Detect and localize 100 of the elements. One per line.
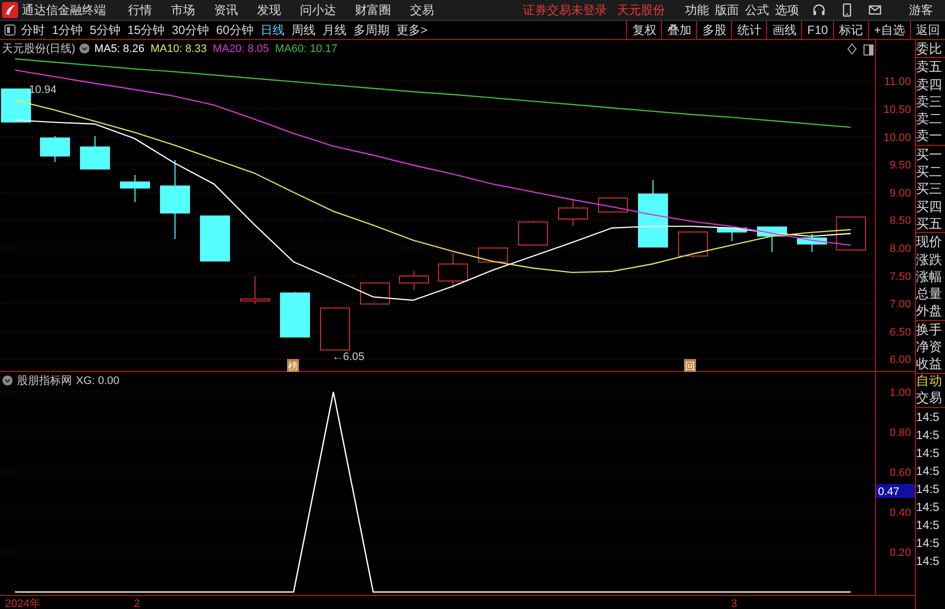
menu-item[interactable]: 版面 [715,2,739,18]
trade-time: 14:5 [916,534,940,552]
quote-field-label: 卖四 [916,76,943,93]
quote-field-label: 买二 [916,163,943,180]
quote-field-label: 买四 [916,198,943,215]
stock-name: 天元股份 [617,2,665,18]
candlestick [598,198,628,212]
period-tab[interactable]: 更多> [396,22,428,38]
indicator-axis-label: 0.20 [890,547,911,559]
candlestick [80,136,110,170]
candlestick [638,180,668,248]
candlestick [280,292,310,338]
candlestick [678,232,708,258]
mail-icon[interactable] [868,3,882,17]
menu-item[interactable]: 发现 [257,2,281,18]
date-axis-label: 2024年 [5,598,40,609]
moving-average-value: MA60: 10.17 [275,42,338,54]
candlestick [717,228,747,242]
quote-field-label: 买三 [916,180,943,198]
candlestick [438,252,468,288]
period-tab[interactable]: 15分钟 [127,22,165,38]
period-tab[interactable]: 60分钟 [216,22,254,38]
low-price-label: ←6.05 [332,351,364,363]
trade-mode-label[interactable]: 交易 [916,389,945,407]
phone-icon[interactable] [840,3,854,17]
candlestick [320,308,350,350]
quote-field-label: 总量 [916,285,943,302]
quote-field-label: 涨幅 [916,268,943,286]
menu-item[interactable]: 交易 [410,2,434,18]
settings-icon[interactable] [79,43,90,54]
candlestick [200,216,230,262]
candlestick [40,136,70,162]
headset-icon[interactable] [812,3,826,17]
candlestick [757,226,787,252]
price-axis-label: 7.00 [890,298,911,311]
trade-time: 14:5 [916,552,940,570]
candlestick [797,234,827,252]
logo-icon [2,2,18,18]
trade-mode-label[interactable]: 自动 [916,372,945,390]
chart-title: 天元股份(日线) [2,42,76,56]
price-axis-label: 6.00 [890,354,911,366]
indicator-axis-label: 0.80 [890,427,911,439]
quote-field-label: 买五 [916,214,943,232]
settings-icon[interactable] [2,375,13,386]
period-tab[interactable]: 月线 [322,22,346,38]
panel-icon[interactable] [864,44,874,56]
quote-field-label: 换手 [916,320,943,338]
moving-average-value: MA10: 8.33 [150,42,207,54]
candlestick [558,198,588,226]
quote-field-label: 收益 [916,355,943,373]
candlestick [478,248,508,262]
quote-field-label: 买一 [916,146,943,164]
price-axis-label: 6.50 [890,326,911,338]
price-axis-label: 8.50 [890,215,911,228]
menu-item[interactable]: 功能 [685,2,709,18]
trade-time: 14:5 [916,426,940,444]
date-axis-label: 3 [731,598,738,609]
candlestick [120,174,150,202]
trade-time: 14:5 [916,498,940,516]
price-axis-label: 7.50 [890,270,911,283]
menu-item[interactable]: 资讯 [214,2,238,18]
menu-item[interactable]: 问小达 [300,2,336,18]
period-tab[interactable]: 分时 [21,22,45,38]
moving-average-value: MA5: 8.26 [94,42,144,54]
menu-item[interactable]: 选项 [775,2,799,18]
cursor-value-label: 0.47 [876,484,915,498]
quote-field-label: 卖一 [916,127,943,145]
quote-field-label: 现价 [916,233,943,251]
period-tab[interactable]: 多周期 [353,22,390,38]
candlestick [360,282,390,304]
quote-field-label: 委比 [916,40,943,58]
price-axis-label: 9.50 [890,160,911,172]
candlestick [836,216,866,250]
menu-item[interactable]: 财富圈 [355,2,391,18]
price-axis-label: 9.00 [890,187,911,200]
menu-item[interactable]: 公式 [745,2,769,18]
user-name[interactable]: 游客 [909,2,933,18]
diamond-icon[interactable] [847,43,857,55]
menu-item[interactable]: 行情 [128,2,152,18]
period-tab[interactable]: 5分钟 [90,22,120,38]
quote-field-label: 外盘 [916,302,943,320]
price-axis-label: 11.00 [884,76,911,88]
price-axis-label: 10.50 [883,104,911,116]
price-axis-label: 8.00 [890,242,911,255]
period-tab[interactable]: 30分钟 [172,22,210,38]
indicator-title: 股朋指标网 [17,374,72,388]
menu-item[interactable]: 市场 [171,2,195,18]
period-tab[interactable]: 日线 [260,22,284,38]
period-tab[interactable]: 1分钟 [52,22,83,38]
indicator-axis-label: 0.60 [890,467,911,479]
quote-field-label: 涨跌 [916,250,943,268]
moving-average-value: MA20: 8.05 [212,42,269,54]
panel-toggle-icon[interactable] [4,24,16,36]
login-status[interactable]: 证券交易未登录 [523,2,607,18]
high-price-label: ←10.94 [18,84,57,96]
candlestick [518,220,548,246]
period-tab[interactable]: 周线 [291,22,316,38]
app-title: 通达信金融终端 [22,2,106,18]
candlestick [240,276,270,304]
indicator-value: XG: 0.00 [76,374,120,386]
